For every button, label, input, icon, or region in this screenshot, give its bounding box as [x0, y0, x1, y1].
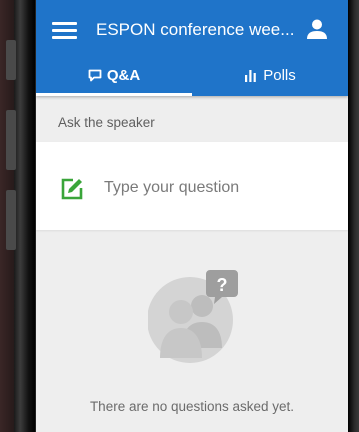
empty-state-message: There are no questions asked yet. [89, 399, 295, 414]
device-side-button [6, 110, 16, 170]
cutoff-text [36, 424, 348, 432]
app-bar: ESPON conference wee... Q&A Polls [36, 0, 348, 96]
device-side-button [6, 40, 16, 80]
svg-text:?: ? [217, 275, 228, 295]
tab-qa[interactable]: Q&A [36, 60, 192, 96]
tab-qa-label: Q&A [106, 67, 141, 84]
bar-chart-icon [244, 62, 258, 94]
hamburger-menu-icon[interactable] [52, 20, 78, 40]
section-label-ask-speaker: Ask the speaker [58, 115, 155, 130]
device-bezel-left [14, 0, 36, 432]
tab-polls[interactable]: Polls [192, 60, 348, 96]
person-icon[interactable] [306, 18, 328, 40]
edit-compose-icon [60, 177, 84, 201]
device-bezel-right [348, 0, 359, 432]
people-question-icon: ? [147, 266, 238, 364]
active-tab-indicator [36, 93, 192, 96]
toolbar: ESPON conference wee... [36, 0, 348, 60]
tab-bar: Q&A Polls [36, 60, 348, 96]
chat-bubble-icon [88, 62, 102, 94]
ask-question-input[interactable]: Type your question [36, 142, 348, 230]
device-side-button [6, 190, 16, 250]
app-screen: ESPON conference wee... Q&A Polls Ask th… [36, 0, 348, 432]
tab-polls-label: Polls [263, 67, 296, 84]
app-title: ESPON conference wee... [96, 20, 295, 39]
question-placeholder: Type your question [104, 179, 240, 196]
